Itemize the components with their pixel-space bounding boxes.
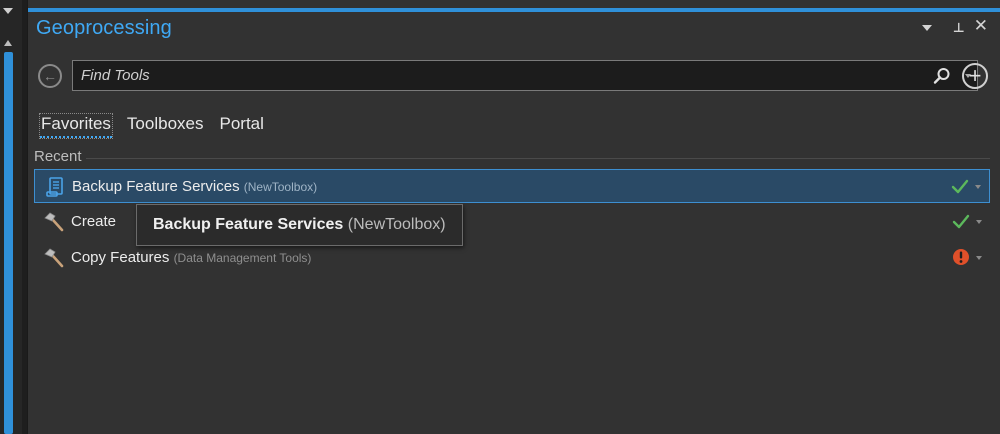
tool-name: Create xyxy=(71,213,117,230)
pane-active-indicator xyxy=(28,8,1000,12)
pane-title: Geoprocessing xyxy=(36,17,172,39)
back-button[interactable]: ← xyxy=(38,64,62,88)
error-icon xyxy=(953,249,969,265)
row-options-chevron-icon[interactable] xyxy=(976,256,982,260)
pane-options-chevron-icon[interactable] xyxy=(921,25,932,31)
adjacent-dock-strip xyxy=(0,0,22,434)
list-item-copy-features[interactable]: Copy Features (Data Management Tools) xyxy=(34,241,990,275)
check-icon xyxy=(951,179,969,194)
close-icon[interactable]: ✕ xyxy=(974,16,988,36)
dock-scrollbar[interactable] xyxy=(4,52,13,434)
back-arrow-icon: ← xyxy=(43,68,57,84)
add-button[interactable]: + xyxy=(962,63,988,89)
tab-favorites[interactable]: Favorites xyxy=(39,113,113,139)
tooltip-tool-source: (NewToolbox) xyxy=(347,216,446,233)
dock-menu-chevron-icon[interactable] xyxy=(3,8,13,14)
list-item-backup-feature-services[interactable]: Backup Feature Services (NewToolbox) xyxy=(34,169,990,203)
tool-tooltip: Backup Feature Services (NewToolbox) xyxy=(136,204,463,246)
geoprocessing-pane: Geoprocessing ᅟ⊥ ✕ ← + Favorites Toolbox… xyxy=(27,0,1000,434)
pane-title-controls: ᅟ⊥ ✕ xyxy=(921,16,988,36)
tooltip-tool-name: Backup Feature Services xyxy=(153,216,344,233)
tab-portal[interactable]: Portal xyxy=(218,114,264,138)
search-input[interactable] xyxy=(73,61,893,90)
recent-section-label: Recent xyxy=(34,148,82,165)
script-tool-icon xyxy=(46,177,63,197)
tool-name: Copy Features (Data Management Tools) xyxy=(71,249,312,266)
row-options-chevron-icon[interactable] xyxy=(975,185,981,189)
search-icon[interactable] xyxy=(933,67,951,85)
find-tools-search-box[interactable] xyxy=(72,60,978,91)
plus-icon: + xyxy=(968,63,982,88)
tab-toolboxes[interactable]: Toolboxes xyxy=(126,114,205,138)
pin-icon[interactable]: ᅟ⊥ xyxy=(941,17,965,36)
row-options-chevron-icon[interactable] xyxy=(976,220,982,224)
hammer-icon xyxy=(44,212,64,232)
hammer-icon xyxy=(44,248,64,268)
scroll-up-arrow-icon[interactable] xyxy=(4,40,12,46)
tool-name: Backup Feature Services (NewToolbox) xyxy=(72,178,318,195)
recent-section-divider xyxy=(86,158,990,159)
tab-bar: Favorites Toolboxes Portal xyxy=(39,113,265,139)
check-icon xyxy=(952,214,970,229)
